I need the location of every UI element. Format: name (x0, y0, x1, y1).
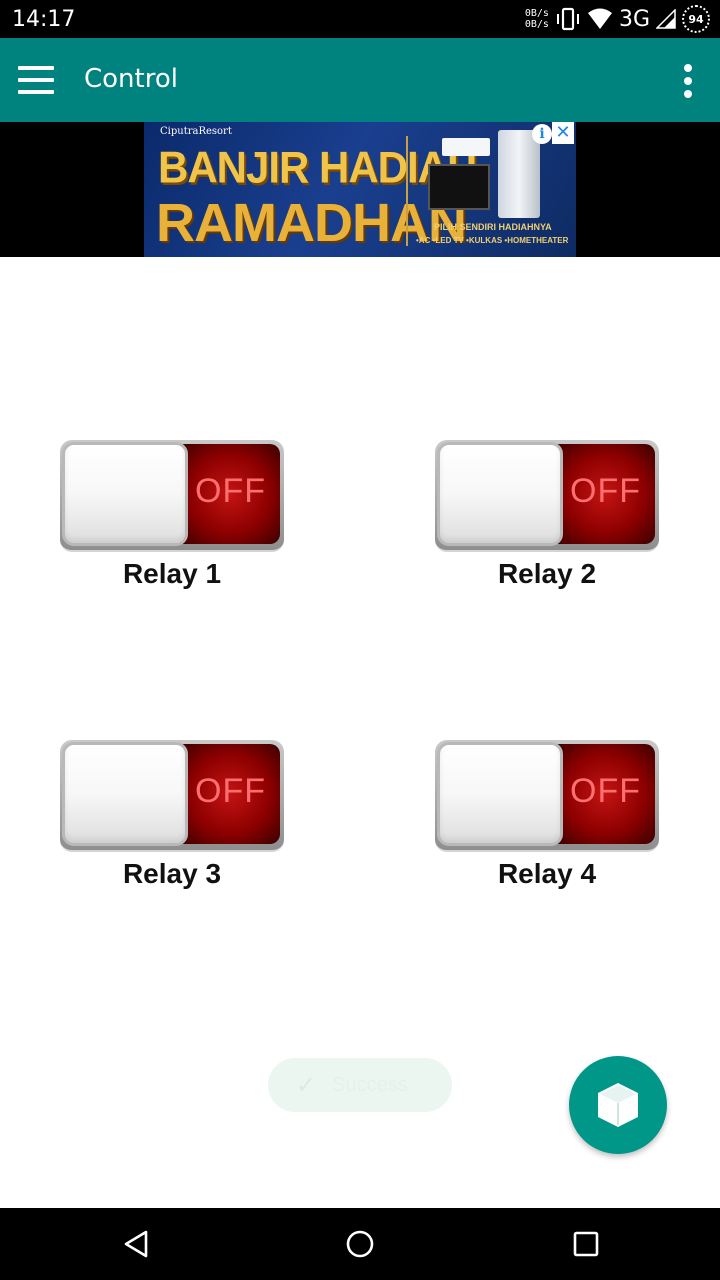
check-icon: ✓ (296, 1071, 317, 1099)
relay-1: OFF Relay 1 (60, 440, 286, 600)
overflow-menu-icon[interactable] (684, 64, 694, 98)
signal-icon (656, 9, 676, 29)
net-down-speed: 0B/s (524, 19, 549, 30)
ad-items: •AC •LED TV •KULKAS •HOMETHEATER (416, 236, 569, 245)
relay-4: OFF Relay 4 (435, 740, 661, 900)
switch-knob (62, 742, 188, 846)
status-icons: 0B/s 0B/s 3G 94 (525, 4, 710, 34)
switch-knob (62, 442, 188, 546)
relay-2: OFF Relay 2 (435, 440, 661, 600)
switch-knob (437, 442, 563, 546)
network-speed: 0B/s 0B/s (525, 8, 549, 30)
vibrate-icon (556, 7, 579, 31)
ad-info-icon[interactable]: i (532, 124, 552, 144)
ad-banner[interactable]: CiputraResort BANJIR HADIAH RAMADHAN PIL… (144, 122, 576, 257)
ad-products-image (428, 130, 548, 220)
recent-apps-icon[interactable] (568, 1226, 604, 1262)
home-icon[interactable] (342, 1226, 378, 1262)
ad-divider (406, 136, 408, 246)
page-title: Control (84, 64, 178, 94)
network-type: 3G (618, 6, 650, 32)
relay-4-label: Relay 4 (497, 858, 597, 889)
ad-subtitle: PILIH SENDIRI HADIAHNYA (434, 222, 552, 232)
relay-4-switch[interactable]: OFF (435, 740, 659, 852)
ad-brand: CiputraResort (160, 126, 232, 137)
fridge-image (498, 130, 540, 218)
cube-icon (598, 1083, 638, 1127)
net-up-speed: 0B/s (524, 8, 549, 19)
tv-image (428, 164, 490, 210)
battery-icon: 94 (682, 5, 710, 33)
relay-2-label: Relay 2 (497, 558, 597, 589)
relay-1-label: Relay 1 (122, 558, 222, 589)
hamburger-menu-icon[interactable] (18, 66, 54, 94)
ad-close-icon[interactable]: ✕ (552, 122, 574, 144)
back-icon[interactable] (118, 1226, 154, 1262)
relay-2-switch[interactable]: OFF (435, 440, 659, 552)
switch-state-label: OFF (195, 772, 266, 810)
switch-knob (437, 742, 563, 846)
status-bar: 14:17 0B/s 0B/s 3G 94 (0, 0, 720, 38)
relay-3: OFF Relay 3 (60, 740, 286, 900)
air-conditioner-image (442, 138, 490, 156)
system-nav-bar (0, 1208, 720, 1280)
switch-state-label: OFF (570, 772, 641, 810)
switch-state-label: OFF (195, 472, 266, 510)
toast-text: Success (332, 1073, 408, 1096)
fab-button[interactable] (569, 1056, 667, 1154)
success-toast: ✓ Success (268, 1058, 452, 1112)
status-time: 14:17 (12, 7, 76, 32)
wifi-icon (587, 8, 612, 29)
relay-3-label: Relay 3 (122, 858, 222, 889)
app-bar: Control (0, 38, 720, 122)
switch-state-label: OFF (570, 472, 641, 510)
relay-3-switch[interactable]: OFF (60, 740, 284, 852)
ad-strip: CiputraResort BANJIR HADIAH RAMADHAN PIL… (0, 122, 720, 257)
relay-1-switch[interactable]: OFF (60, 440, 284, 552)
